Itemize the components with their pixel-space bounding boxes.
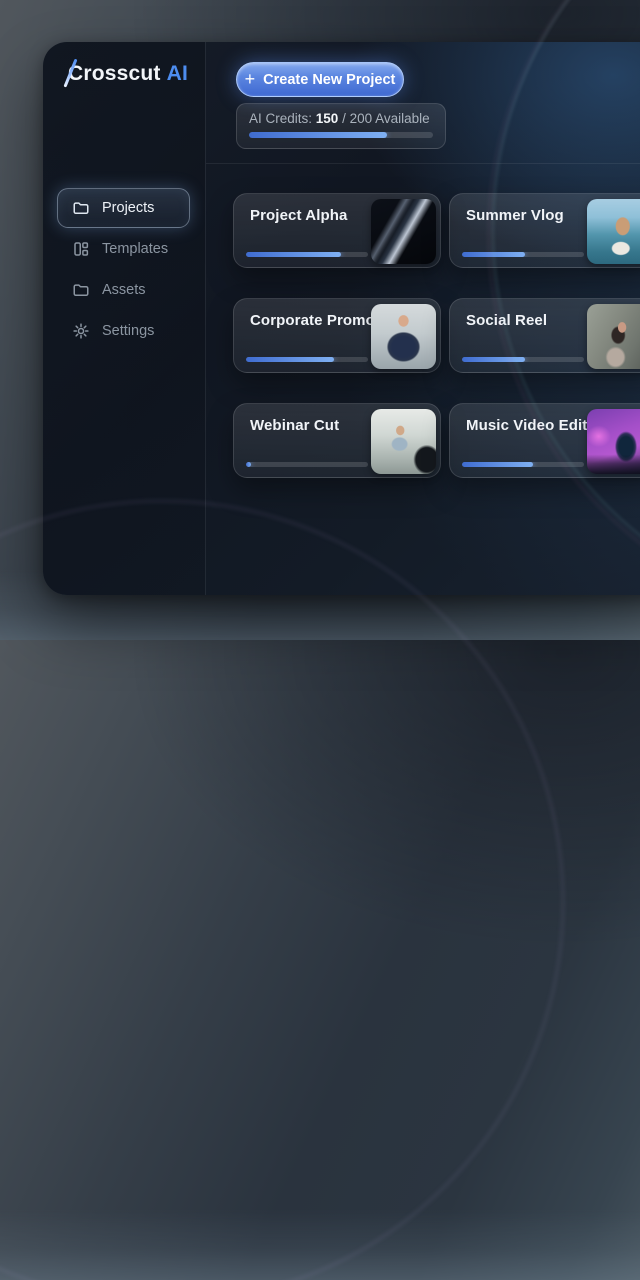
project-title: Corporate Promo xyxy=(250,312,375,329)
sidebar-item-templates[interactable]: Templates xyxy=(57,229,190,269)
project-title: Project Alpha xyxy=(250,207,348,224)
project-progress-bar xyxy=(246,252,368,257)
project-card[interactable]: Music Video Edit xyxy=(449,403,640,478)
project-card[interactable]: Summer Vlog xyxy=(449,193,640,268)
project-title: Music Video Edit xyxy=(466,417,588,434)
sidebar-item-assets[interactable]: Assets xyxy=(57,270,190,310)
brand-name: Crosscut xyxy=(63,58,161,88)
project-thumbnail xyxy=(587,409,640,474)
ai-credits-text: AI Credits: 150 / 200 Available xyxy=(249,111,430,126)
sidebar-item-projects[interactable]: Projects xyxy=(57,188,190,228)
project-card[interactable]: Project Alpha xyxy=(233,193,441,268)
project-thumbnail xyxy=(371,199,436,264)
brand-suffix: AI xyxy=(166,62,189,85)
project-card[interactable]: Corporate Promo xyxy=(233,298,441,373)
credits-progress-bar xyxy=(249,132,433,138)
credits-total: 200 xyxy=(349,111,373,126)
folder-icon xyxy=(72,199,90,217)
project-progress-bar xyxy=(462,357,584,362)
project-progress-bar xyxy=(246,357,368,362)
project-title: Social Reel xyxy=(466,312,548,329)
glow-ring-bottom-left xyxy=(0,500,564,1280)
create-button-label: Create New Project xyxy=(263,71,396,88)
project-thumbnail xyxy=(371,409,436,474)
sidebar-item-label: Templates xyxy=(102,241,169,257)
project-title: Webinar Cut xyxy=(250,417,340,434)
sidebar-item-label: Projects xyxy=(102,200,155,216)
ai-credits-widget: AI Credits: 150 / 200 Available xyxy=(236,103,446,149)
project-card[interactable]: Social Reel xyxy=(449,298,640,373)
folder-icon xyxy=(72,281,90,299)
templates-icon xyxy=(72,240,90,258)
sidebar-nav: Projects Templates Assets Settings xyxy=(57,188,190,352)
app-logo: Crosscut AI xyxy=(63,58,189,88)
app-window: Crosscut AI Projects Templates Assets Se… xyxy=(43,42,640,595)
plus-icon: + xyxy=(244,68,256,89)
project-thumbnail xyxy=(587,304,640,369)
sidebar-item-label: Settings xyxy=(102,323,155,339)
gear-icon xyxy=(72,322,90,340)
project-thumbnail xyxy=(371,304,436,369)
project-progress-bar xyxy=(462,462,584,467)
sidebar: Crosscut AI Projects Templates Assets Se… xyxy=(43,42,205,595)
sidebar-item-settings[interactable]: Settings xyxy=(57,311,190,351)
project-progress-bar xyxy=(462,252,584,257)
credits-used: 150 xyxy=(315,111,339,126)
project-card[interactable]: Webinar Cut xyxy=(233,403,441,478)
header-divider xyxy=(206,163,640,164)
create-new-project-button[interactable]: + Create New Project xyxy=(236,62,404,97)
credits-progress-fill xyxy=(249,132,387,138)
projects-grid: Project Alpha Summer Vlog Corporate Prom… xyxy=(233,193,640,478)
project-title: Summer Vlog xyxy=(466,207,564,224)
project-thumbnail xyxy=(587,199,640,264)
project-progress-bar xyxy=(246,462,368,467)
sidebar-item-label: Assets xyxy=(102,282,146,298)
sidebar-divider xyxy=(205,42,206,595)
